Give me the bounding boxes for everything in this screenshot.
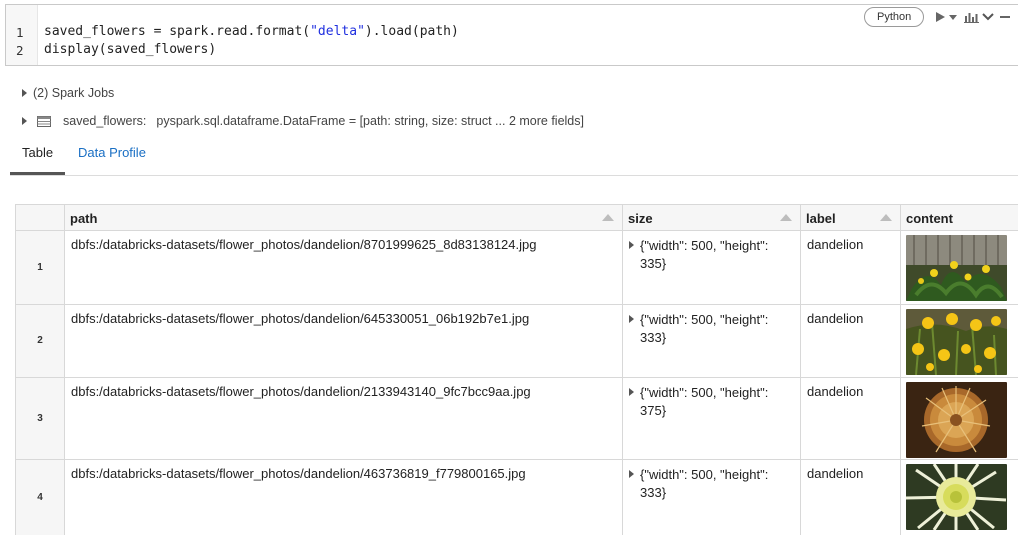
column-header-size[interactable]: size bbox=[623, 205, 801, 231]
dandelion-seed-head-image[interactable] bbox=[906, 382, 1007, 458]
size-cell[interactable]: {"width": 500, "height": 335} bbox=[623, 231, 801, 304]
dandelion-plant-image[interactable] bbox=[906, 235, 1007, 301]
row-index: 1 bbox=[16, 231, 65, 304]
column-header-label: path bbox=[70, 211, 98, 226]
path-cell[interactable]: dbfs:/databricks-datasets/flower_photos/… bbox=[65, 231, 623, 304]
path-cell[interactable]: dbfs:/databricks-datasets/flower_photos/… bbox=[65, 305, 623, 377]
dataframe-name: saved_flowers: bbox=[63, 114, 147, 128]
dataframe-type: pyspark.sql.dataframe.DataFrame = [path:… bbox=[156, 114, 584, 128]
dandelion-field-image[interactable] bbox=[906, 309, 1007, 375]
run-icon[interactable] bbox=[934, 11, 946, 23]
row-index: 3 bbox=[16, 378, 65, 459]
column-header-label[interactable]: label bbox=[801, 205, 901, 231]
expand-arrow-icon[interactable] bbox=[629, 470, 634, 478]
chart-icon[interactable] bbox=[964, 11, 979, 23]
column-header-label: label bbox=[806, 211, 836, 226]
column-header-label: content bbox=[906, 211, 953, 226]
table-row: 4 dbfs:/databricks-datasets/flower_photo… bbox=[16, 460, 1018, 535]
table-row: 2 dbfs:/databricks-datasets/flower_photo… bbox=[16, 305, 1018, 378]
expand-arrow-icon[interactable] bbox=[22, 117, 27, 125]
index-column-header bbox=[16, 205, 65, 231]
size-value: {"width": 500, "height": 333} bbox=[640, 312, 769, 345]
code-text: saved_flowers = spark.read.format( bbox=[44, 24, 311, 39]
row-index: 4 bbox=[16, 460, 65, 535]
tab-table[interactable]: Table bbox=[10, 145, 65, 175]
language-badge[interactable]: Python bbox=[864, 7, 925, 27]
label-cell[interactable]: dandelion bbox=[801, 460, 901, 535]
content-cell[interactable] bbox=[901, 460, 1018, 535]
run-dropdown-icon[interactable] bbox=[949, 13, 957, 21]
line-number: 2 bbox=[16, 43, 24, 58]
sort-icon[interactable] bbox=[780, 214, 792, 221]
spark-jobs-label: (2) Spark Jobs bbox=[33, 86, 115, 100]
size-cell[interactable]: {"width": 500, "height": 333} bbox=[623, 460, 801, 535]
content-cell[interactable] bbox=[901, 378, 1018, 459]
size-value: {"width": 500, "height": 333} bbox=[640, 467, 769, 500]
results-table: path size label content 1 dbfs:/databric… bbox=[15, 204, 1018, 535]
sort-icon[interactable] bbox=[880, 214, 892, 221]
label-cell[interactable]: dandelion bbox=[801, 378, 901, 459]
expand-arrow-icon[interactable] bbox=[629, 315, 634, 323]
row-index: 2 bbox=[16, 305, 65, 377]
label-cell[interactable]: dandelion bbox=[801, 231, 901, 304]
minimize-icon[interactable] bbox=[999, 12, 1011, 22]
dandelion-closeup-image[interactable] bbox=[906, 464, 1007, 530]
size-cell[interactable]: {"width": 500, "height": 333} bbox=[623, 305, 801, 377]
code-cell[interactable]: 1 2 saved_flowers = spark.read.format("d… bbox=[5, 4, 1018, 66]
code-string-literal: "delta" bbox=[310, 24, 365, 39]
content-cell[interactable] bbox=[901, 305, 1018, 377]
expand-arrow-icon[interactable] bbox=[629, 241, 634, 249]
code-line-2[interactable]: display(saved_flowers) bbox=[44, 42, 216, 57]
dataframe-schema-row[interactable]: saved_flowers: pyspark.sql.dataframe.Dat… bbox=[22, 114, 584, 128]
table-row: 3 dbfs:/databricks-datasets/flower_photo… bbox=[16, 378, 1018, 460]
column-header-path[interactable]: path bbox=[65, 205, 623, 231]
line-number: 1 bbox=[16, 25, 24, 40]
collapse-icon[interactable] bbox=[982, 12, 994, 22]
tab-data-profile[interactable]: Data Profile bbox=[78, 145, 146, 175]
size-value: {"width": 500, "height": 375} bbox=[640, 385, 769, 418]
table-icon bbox=[37, 115, 51, 127]
size-cell[interactable]: {"width": 500, "height": 375} bbox=[623, 378, 801, 459]
spark-jobs-row[interactable]: (2) Spark Jobs bbox=[22, 86, 114, 100]
expand-arrow-icon[interactable] bbox=[629, 388, 634, 396]
code-line-1[interactable]: saved_flowers = spark.read.format("delta… bbox=[44, 24, 459, 39]
label-cell[interactable]: dandelion bbox=[801, 305, 901, 377]
content-cell[interactable] bbox=[901, 231, 1018, 304]
table-row: 1 dbfs:/databricks-datasets/flower_photo… bbox=[16, 231, 1018, 305]
path-cell[interactable]: dbfs:/databricks-datasets/flower_photos/… bbox=[65, 460, 623, 535]
sort-icon[interactable] bbox=[602, 214, 614, 221]
column-header-content[interactable]: content bbox=[901, 205, 1018, 231]
line-number-gutter: 1 2 bbox=[6, 5, 38, 65]
output-tabs: Table Data Profile bbox=[10, 140, 1018, 176]
cell-toolbar bbox=[934, 8, 1011, 26]
size-value: {"width": 500, "height": 335} bbox=[640, 238, 769, 271]
expand-arrow-icon[interactable] bbox=[22, 89, 27, 97]
path-cell[interactable]: dbfs:/databricks-datasets/flower_photos/… bbox=[65, 378, 623, 459]
column-header-label: size bbox=[628, 211, 653, 226]
code-text: ).load(path) bbox=[364, 24, 459, 39]
